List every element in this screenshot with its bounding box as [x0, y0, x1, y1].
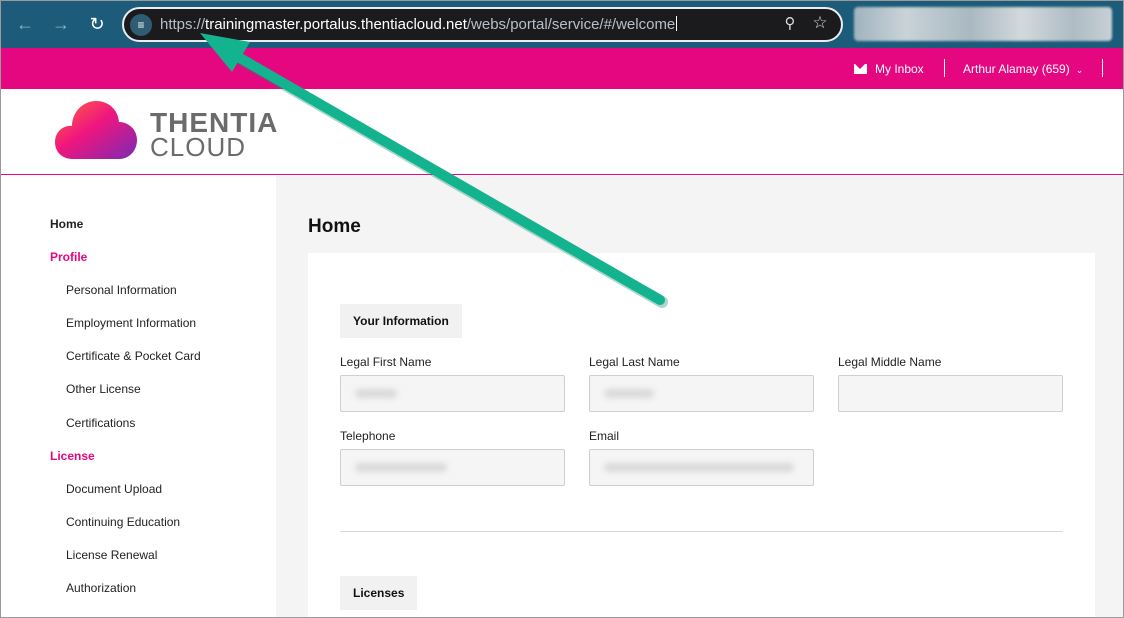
site-settings-icon[interactable]: ≡: [130, 14, 152, 36]
url-scheme: https://: [160, 16, 206, 33]
url-host: trainingmaster.portalus.thentiacloud.net: [205, 16, 467, 33]
sidebar-item-document-upload[interactable]: Document Upload: [66, 482, 162, 496]
logo-banner: THENTIA CLOUD: [0, 89, 1124, 175]
page-title: Home: [308, 216, 361, 237]
text-caret: [676, 16, 678, 31]
sidebar-item-license-renewal[interactable]: License Renewal: [66, 548, 157, 562]
redacted-value: [604, 389, 654, 398]
legal-first-name-label: Legal First Name: [340, 355, 432, 369]
main-content: Home Your Information Legal First Name L…: [276, 176, 1124, 618]
sidebar-item-continuing-education[interactable]: Continuing Education: [66, 515, 180, 529]
mail-icon: [854, 64, 867, 74]
browser-toolbar: ← → ↻ ≡ https://trainingmaster.portalus.…: [0, 0, 1124, 48]
user-menu[interactable]: Arthur Alamay (659) ⌄: [963, 62, 1083, 76]
sidebar-item-authorization[interactable]: Authorization: [66, 581, 136, 595]
user-name: Arthur Alamay (659): [963, 62, 1070, 76]
sidebar-section-profile[interactable]: Profile: [50, 250, 87, 264]
redacted-value: [355, 389, 397, 398]
telephone-field[interactable]: [340, 449, 565, 486]
sidebar-item-other-license[interactable]: Other License: [66, 382, 141, 396]
redacted-value: [604, 463, 794, 472]
header-divider: [1102, 59, 1103, 77]
legal-first-name-field[interactable]: [340, 375, 565, 412]
sidebar-item-home[interactable]: Home: [50, 217, 83, 231]
brand-line-2: CLOUD: [150, 132, 247, 162]
zoom-icon[interactable]: ⚲: [779, 13, 801, 35]
reload-icon[interactable]: ↻: [85, 12, 109, 36]
url-text[interactable]: https://trainingmaster.portalus.thentiac…: [160, 16, 678, 33]
legal-last-name-label: Legal Last Name: [589, 355, 680, 369]
sidebar-item-certificate-pocket-card[interactable]: Certificate & Pocket Card: [66, 349, 201, 363]
header-divider: [944, 59, 945, 77]
sidebar-item-employment-information[interactable]: Employment Information: [66, 316, 196, 330]
email-label: Email: [589, 429, 620, 443]
address-bar[interactable]: ≡ https://trainingmaster.portalus.thenti…: [122, 7, 843, 42]
redacted-value: [355, 463, 447, 472]
section-divider: [340, 531, 1063, 532]
url-path: /webs/portal/service/#/welcome: [466, 16, 676, 33]
legal-middle-name-label: Legal Middle Name: [838, 355, 942, 369]
legal-middle-name-field[interactable]: [838, 375, 1063, 412]
sidebar-nav: Home Profile Personal Information Employ…: [0, 176, 276, 618]
licenses-heading: Licenses: [340, 576, 418, 610]
forward-icon[interactable]: →: [49, 12, 73, 36]
chevron-down-icon: ⌄: [1075, 65, 1084, 75]
thentia-cloud-logo-icon[interactable]: [55, 101, 137, 161]
email-field[interactable]: [589, 449, 814, 486]
sidebar-item-certifications[interactable]: Certifications: [66, 416, 135, 430]
sidebar-section-license[interactable]: License: [50, 449, 95, 463]
portal-header-bar: My Inbox Arthur Alamay (659) ⌄: [0, 48, 1124, 89]
your-information-heading: Your Information: [340, 304, 462, 338]
home-card: Your Information Legal First Name Legal …: [308, 253, 1095, 618]
my-inbox-label: My Inbox: [875, 62, 924, 76]
back-icon[interactable]: ←: [13, 12, 37, 36]
blurred-extensions-area: [854, 7, 1112, 41]
bookmark-star-icon[interactable]: ☆: [809, 12, 831, 34]
telephone-label: Telephone: [340, 429, 396, 443]
my-inbox-link[interactable]: My Inbox: [854, 62, 924, 76]
brand-wordmark: THENTIA CLOUD: [150, 109, 278, 162]
legal-last-name-field[interactable]: [589, 375, 814, 412]
sidebar-item-personal-information[interactable]: Personal Information: [66, 283, 177, 297]
